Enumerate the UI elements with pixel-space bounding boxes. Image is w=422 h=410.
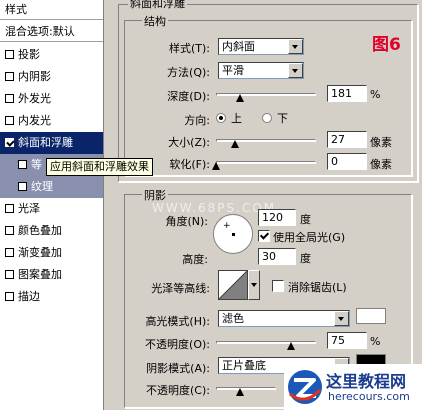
- style-item-satin[interactable]: 光泽: [0, 198, 103, 220]
- size-unit: 像素: [370, 136, 392, 149]
- style-select[interactable]: 内斜面: [218, 38, 304, 55]
- angle-label: 角度(N):: [165, 215, 208, 228]
- depth-unit: %: [370, 88, 381, 101]
- direction-down-radio[interactable]: [262, 113, 272, 123]
- style-item-outer-glow[interactable]: 外发光: [0, 88, 103, 110]
- highlight-opacity-thumb[interactable]: [287, 342, 295, 350]
- checkbox-icon[interactable]: [5, 94, 14, 103]
- logo-name: 这里教程网: [326, 372, 407, 391]
- antialias-label: 消除锯齿(L): [288, 281, 347, 294]
- technique-label: 方法(Q):: [167, 66, 210, 79]
- antialias-checkbox[interactable]: [272, 280, 284, 292]
- tooltip: 应用斜面和浮雕效果: [46, 158, 153, 176]
- soften-unit: 像素: [370, 158, 392, 171]
- highlight-opacity-unit: %: [370, 335, 381, 348]
- global-light-label: 使用全局光(G): [273, 231, 346, 244]
- size-input[interactable]: 27: [327, 131, 367, 148]
- highlight-color-swatch[interactable]: [356, 308, 386, 324]
- style-item-inner-glow[interactable]: 内发光: [0, 110, 103, 132]
- direction-up-radio[interactable]: [216, 113, 226, 123]
- checkbox-icon[interactable]: [5, 72, 14, 81]
- size-label: 大小(Z):: [168, 136, 210, 149]
- logo-z-icon: [288, 370, 322, 404]
- style-item-color-overlay[interactable]: 颜色叠加: [0, 220, 103, 242]
- bevel-group-title: 斜面和浮雕: [128, 0, 187, 11]
- size-slider-thumb[interactable]: [231, 140, 239, 148]
- dial-handle-icon[interactable]: +: [223, 222, 231, 231]
- dropdown-arrow-icon[interactable]: [288, 63, 303, 78]
- blend-options-item[interactable]: 混合选项:默认: [0, 22, 103, 42]
- style-item-drop-shadow[interactable]: 投影: [0, 44, 103, 66]
- highlight-opacity-slider[interactable]: [216, 341, 316, 344]
- site-logo: 这里教程网 herecours.com: [284, 364, 422, 410]
- style-item-bevel-emboss[interactable]: 斜面和浮雕: [0, 132, 103, 154]
- angle-unit: 度: [300, 213, 311, 226]
- checkbox-icon[interactable]: [5, 248, 14, 257]
- angle-dial[interactable]: +: [213, 214, 253, 254]
- figure-label: 图6: [372, 35, 401, 55]
- checkbox-icon[interactable]: [5, 50, 14, 59]
- checkbox-icon[interactable]: [5, 292, 14, 301]
- technique-select[interactable]: 平滑: [218, 62, 304, 79]
- soften-slider[interactable]: [216, 161, 316, 164]
- soften-slider-thumb[interactable]: [212, 162, 220, 170]
- style-item-gradient-overlay[interactable]: 渐变叠加: [0, 242, 103, 264]
- shadow-opacity-thumb[interactable]: [236, 388, 244, 396]
- highlight-mode-select[interactable]: 滤色: [218, 310, 350, 327]
- gloss-contour-label: 光泽等高线:: [151, 282, 210, 295]
- soften-input[interactable]: 0: [327, 153, 367, 170]
- logo-url: herecours.com: [328, 390, 410, 403]
- style-label: 样式(T):: [168, 42, 210, 55]
- checkbox-icon[interactable]: [5, 204, 14, 213]
- direction-up-label: 上: [231, 112, 242, 125]
- highlight-opacity-label: 不透明度(O):: [145, 338, 210, 351]
- dropdown-arrow-icon[interactable]: [334, 311, 349, 326]
- dropdown-arrow-icon: [251, 283, 257, 287]
- dial-center-icon: [232, 233, 235, 236]
- highlight-opacity-input[interactable]: 75: [327, 332, 367, 349]
- contour-dropdown[interactable]: [248, 270, 260, 300]
- checkbox-icon[interactable]: [18, 160, 27, 169]
- shadow-opacity-slider[interactable]: [216, 387, 276, 390]
- checkbox-icon[interactable]: [5, 116, 14, 125]
- checkbox-icon[interactable]: [18, 182, 27, 191]
- style-item-pattern-overlay[interactable]: 图案叠加: [0, 264, 103, 286]
- style-item-inner-shadow[interactable]: 内阴影: [0, 66, 103, 88]
- highlight-mode-label: 高光模式(H):: [145, 315, 210, 328]
- checkbox-icon[interactable]: [5, 270, 14, 279]
- direction-label: 方向:: [184, 114, 210, 127]
- style-item-texture[interactable]: 纹理: [0, 176, 103, 198]
- angle-input[interactable]: 120: [258, 209, 296, 226]
- style-item-stroke[interactable]: 描边: [0, 286, 103, 308]
- altitude-label: 高度:: [182, 253, 208, 266]
- structure-title: 结构: [142, 13, 168, 29]
- shadow-opacity-label: 不透明度(C):: [146, 384, 210, 397]
- styles-list: 样式 混合选项:默认 投影 内阴影 外发光 内发光 斜面和浮雕 等 纹理 光泽 …: [0, 0, 104, 410]
- shadow-mode-label: 阴影模式(A):: [146, 362, 210, 375]
- contour-curve-icon: [218, 270, 248, 300]
- gloss-contour-preview[interactable]: [218, 270, 248, 300]
- depth-label: 深度(D):: [167, 90, 210, 103]
- altitude-unit: 度: [300, 252, 311, 265]
- styles-header: 样式: [0, 0, 103, 20]
- global-light-checkbox[interactable]: [258, 230, 270, 242]
- dropdown-arrow-icon[interactable]: [288, 39, 303, 54]
- checkbox-checked-icon[interactable]: [5, 138, 14, 147]
- depth-input[interactable]: 181: [327, 85, 367, 102]
- depth-slider-thumb[interactable]: [236, 94, 244, 102]
- depth-slider[interactable]: [216, 93, 316, 96]
- direction-down-label: 下: [277, 112, 288, 125]
- altitude-input[interactable]: 30: [258, 248, 296, 265]
- checkbox-icon[interactable]: [5, 226, 14, 235]
